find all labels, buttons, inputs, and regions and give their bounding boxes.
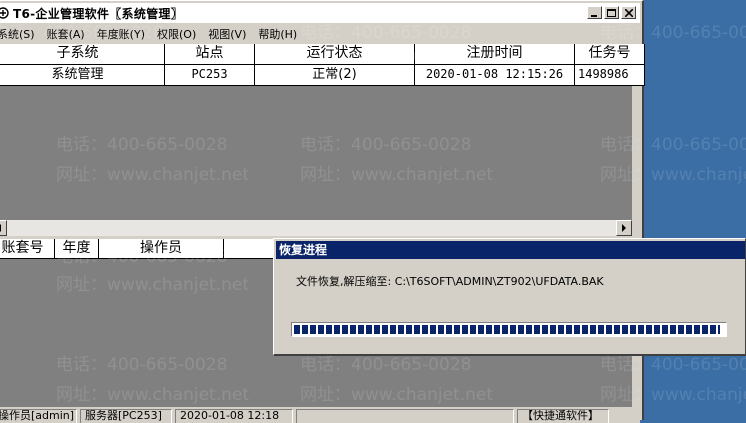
menu-account[interactable]: 账套(A) <box>41 26 91 42</box>
status-shortcut[interactable]: 【快捷通软件】 <box>517 409 609 423</box>
status-bar: 操作员[admin] 服务器[PC253] 2020-01-08 12:18 【… <box>0 409 640 423</box>
col-station[interactable]: 站点 <box>165 44 255 65</box>
progress-fill <box>294 325 720 334</box>
process-table-header: 子系统 站点 运行状态 注册时间 任务号 <box>0 44 645 65</box>
minimize-icon <box>590 14 597 17</box>
menu-bar: 系统(S) 账套(A) 年度账(Y) 权限(O) 视图(V) 帮助(H) <box>0 24 640 43</box>
app-icon <box>0 7 9 19</box>
col-task-id[interactable]: 任务号 <box>575 44 645 65</box>
cell-subsystem: 系统管理 <box>0 65 165 86</box>
maximize-button[interactable] <box>604 6 619 19</box>
cell-run-status: 正常(2) <box>255 65 415 86</box>
status-spacer <box>296 409 514 423</box>
main-window: T6-企业管理软件〖系统管理〗 系统(S) 账套(A) 年度账(Y) 权限(O)… <box>0 0 645 423</box>
menu-view[interactable]: 视图(V) <box>202 26 252 42</box>
cell-task-id: 1498986 <box>575 65 645 86</box>
horizontal-scrollbar[interactable] <box>0 220 632 236</box>
col-subsystem[interactable]: 子系统 <box>0 44 165 65</box>
col-run-status[interactable]: 运行状态 <box>255 44 415 65</box>
scroll-left-button[interactable] <box>0 220 7 236</box>
dialog-title[interactable]: 恢复进程 <box>276 241 745 259</box>
scroll-right-button[interactable] <box>616 220 632 236</box>
menu-year-account[interactable]: 年度账(Y) <box>91 26 151 42</box>
title-bar[interactable]: T6-企业管理软件〖系统管理〗 <box>0 3 640 23</box>
restore-progress-bar <box>291 322 727 337</box>
close-button[interactable] <box>621 6 636 19</box>
status-datetime: 2020-01-08 12:18 <box>175 409 293 423</box>
menu-permission[interactable]: 权限(O) <box>151 26 202 42</box>
maximize-icon <box>607 8 616 17</box>
table-row[interactable]: 系统管理 PC253 正常(2) 2020-01-08 12:15:26 149… <box>0 65 645 86</box>
process-grid[interactable]: 子系统 站点 运行状态 注册时间 任务号 系统管理 PC253 正常(2) 20… <box>0 44 645 220</box>
arrow-left-icon <box>0 224 1 232</box>
col-register-time[interactable]: 注册时间 <box>415 44 575 65</box>
minimize-button[interactable] <box>587 6 602 19</box>
menu-help[interactable]: 帮助(H) <box>252 26 303 42</box>
col-account-no[interactable]: 账套号 <box>0 239 55 259</box>
cell-station: PC253 <box>165 65 255 86</box>
col-operator[interactable]: 操作员 <box>99 239 224 259</box>
cell-register-time: 2020-01-08 12:15:26 <box>415 65 575 86</box>
restore-progress-dialog: 恢复进程 文件恢复,解压缩至: C:\T6SOFT\ADMIN\ZT902\UF… <box>273 238 746 356</box>
close-icon <box>624 8 633 17</box>
user-table-header: 账套号 年度 操作员 <box>0 239 284 259</box>
col-year[interactable]: 年度 <box>55 239 99 259</box>
status-operator: 操作员[admin] <box>0 409 77 423</box>
dialog-message: 文件恢复,解压缩至: C:\T6SOFT\ADMIN\ZT902\UFDATA.… <box>296 275 604 288</box>
menu-system[interactable]: 系统(S) <box>0 26 41 42</box>
window-title: T6-企业管理软件〖系统管理〗 <box>13 7 184 21</box>
arrow-right-icon <box>622 224 626 232</box>
status-server: 服务器[PC253] <box>80 409 172 423</box>
